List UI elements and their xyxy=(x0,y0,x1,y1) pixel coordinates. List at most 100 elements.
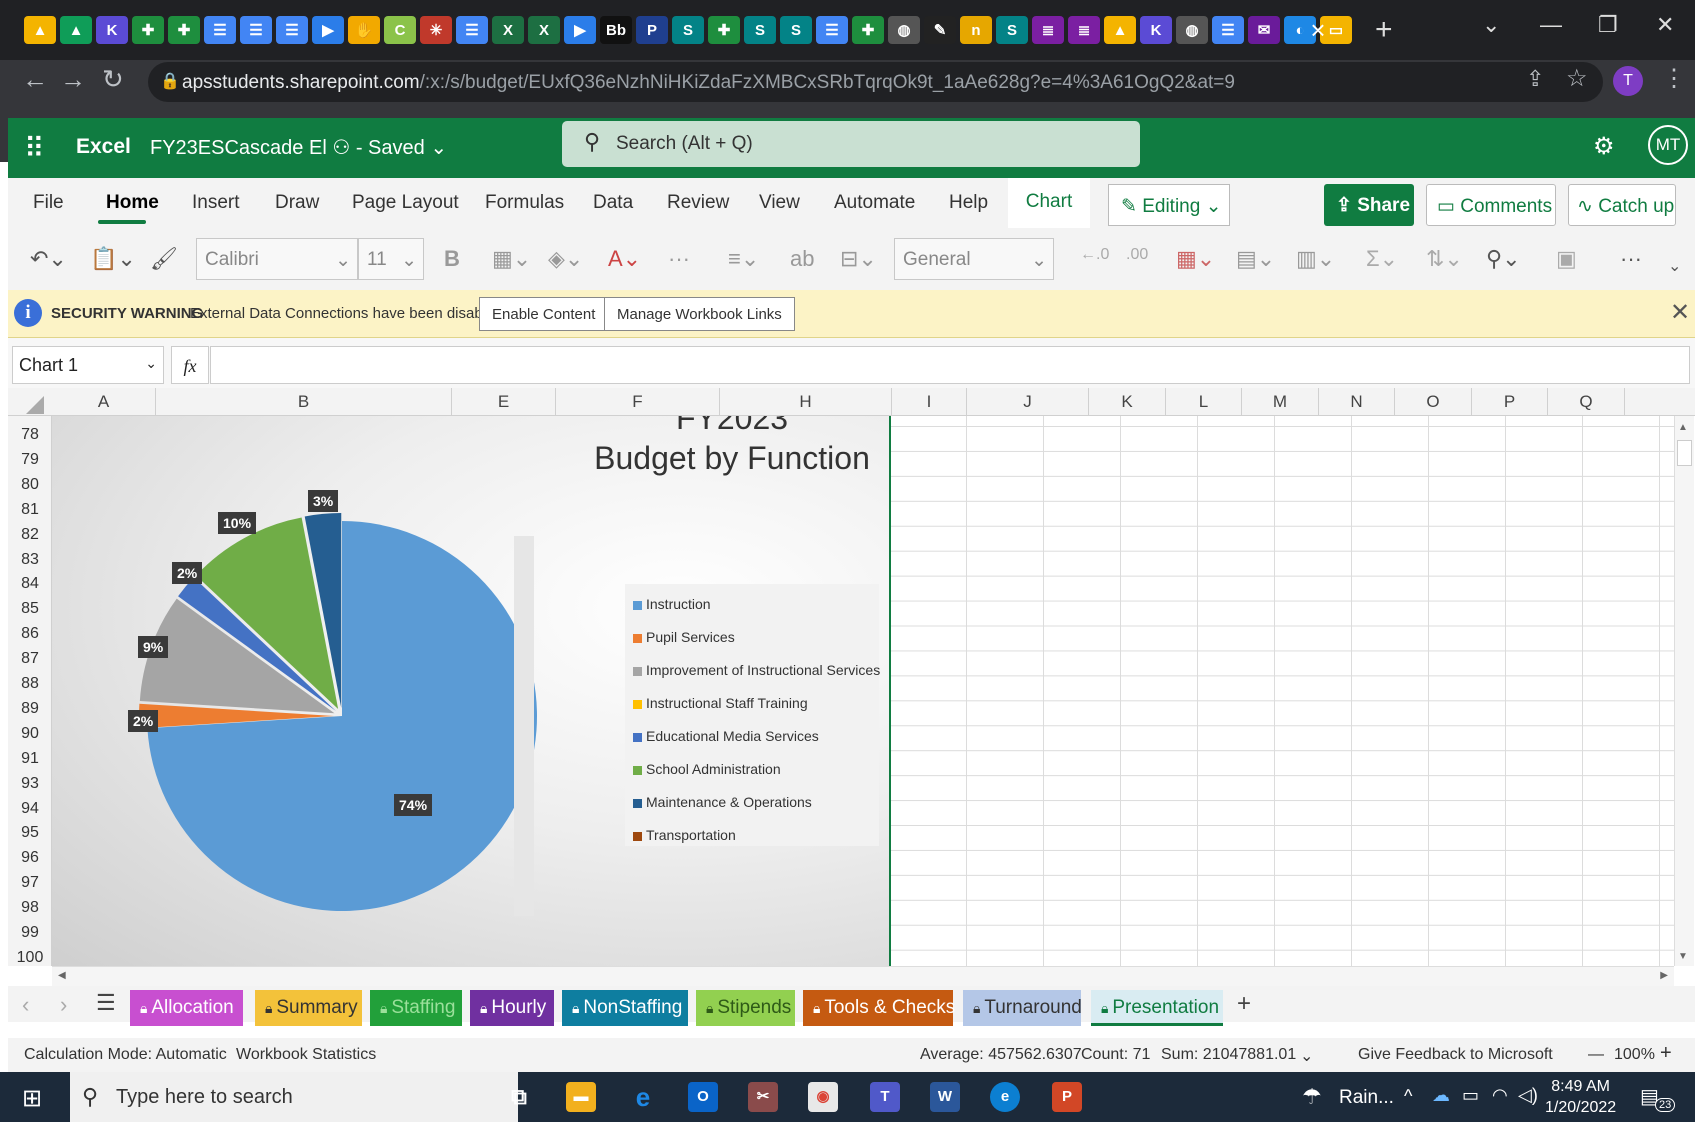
chrome-icon[interactable]: ◉ xyxy=(808,1082,838,1112)
tab-draw[interactable]: Draw xyxy=(275,192,319,214)
clock[interactable]: 8:49 AM 1/20/2022 xyxy=(1545,1076,1616,1118)
row-header[interactable]: 82 xyxy=(8,522,52,547)
font-color-icon[interactable]: A⌄ xyxy=(608,246,641,272)
column-header[interactable]: K xyxy=(1089,388,1166,416)
taskbar-search[interactable]: ⚲ Type here to search xyxy=(70,1072,518,1122)
n-icon[interactable]: n xyxy=(960,16,992,44)
row-header[interactable]: 89 xyxy=(8,696,52,721)
scroll-left-icon[interactable]: ◀ xyxy=(58,970,66,981)
legend-entry[interactable]: Pupil Services xyxy=(633,629,735,645)
legend-entry[interactable]: School Administration xyxy=(633,761,781,777)
ie-icon[interactable]: e xyxy=(628,1082,658,1112)
bookmark-star-icon[interactable]: ☆ xyxy=(1566,64,1588,93)
excel-icon[interactable]: X xyxy=(528,16,560,44)
windows-start-icon[interactable]: ⊞ xyxy=(22,1084,42,1113)
find-icon[interactable]: ⚲⌄ xyxy=(1486,246,1521,272)
address-bar[interactable]: 🔒 apsstudents.sharepoint.com/:x:/s/budge… xyxy=(148,62,1603,102)
row-header[interactable]: 84 xyxy=(8,571,52,596)
column-header[interactable]: B xyxy=(156,388,452,416)
hand-icon[interactable]: ✋ xyxy=(348,16,380,44)
sheet-tab[interactable]: 🔒︎ Presentation xyxy=(1091,990,1223,1026)
column-header[interactable]: L xyxy=(1166,388,1242,416)
sheet-tab[interactable]: 🔒︎ Allocation xyxy=(130,990,243,1026)
classroom-icon[interactable]: ✚ xyxy=(708,16,740,44)
row-header[interactable]: 96 xyxy=(8,845,52,870)
search-box[interactable]: ⚲ Search (Alt + Q) xyxy=(562,121,1140,167)
meet-icon[interactable]: ▶ xyxy=(312,16,344,44)
docs-icon[interactable]: ☰ xyxy=(276,16,308,44)
new-tab-button[interactable]: + xyxy=(1375,12,1393,48)
minimize-icon[interactable]: — xyxy=(1540,12,1562,38)
legend-entry[interactable]: Instruction xyxy=(633,596,711,612)
c-icon[interactable]: C xyxy=(384,16,416,44)
tab-view[interactable]: View xyxy=(759,192,800,214)
feedback-link[interactable]: Give Feedback to Microsoft xyxy=(1358,1046,1553,1064)
app-launcher-icon[interactable]: ⠿ xyxy=(24,132,45,165)
row-header[interactable]: 87 xyxy=(8,646,52,671)
row-header[interactable]: 94 xyxy=(8,796,52,821)
name-box[interactable]: Chart 1 ⌄ xyxy=(12,346,164,384)
battery-icon[interactable]: ▭ xyxy=(1462,1085,1479,1106)
column-header[interactable]: F xyxy=(556,388,720,416)
format-painter-icon[interactable]: 🖌 xyxy=(150,246,178,272)
row-header[interactable]: 91 xyxy=(8,746,52,771)
legend-entry[interactable]: Educational Media Services xyxy=(633,728,819,744)
bold-icon[interactable]: B xyxy=(444,246,460,272)
weather-icon[interactable]: ☂ xyxy=(1302,1084,1322,1110)
tab-data[interactable]: Data xyxy=(593,192,633,214)
window-close-icon[interactable]: ✕ xyxy=(1656,12,1674,38)
onedrive-icon[interactable]: ☁ xyxy=(1432,1085,1450,1106)
scroll-down-icon[interactable]: ▼ xyxy=(1678,951,1688,962)
chart-legend[interactable]: Instruction Pupil Services Improvement of … xyxy=(625,584,880,846)
column-header[interactable]: E xyxy=(452,388,556,416)
enable-content-button[interactable]: Enable Content xyxy=(479,297,609,331)
undo-icon[interactable]: ↶⌄ xyxy=(30,246,67,272)
column-header[interactable]: N xyxy=(1319,388,1395,416)
powerpoint-icon[interactable]: P xyxy=(1052,1082,1082,1112)
legend-entry[interactable]: Maintenance & Operations xyxy=(633,794,812,810)
delete-cells-icon[interactable]: ▤⌄ xyxy=(1236,246,1275,272)
manage-links-button[interactable]: Manage Workbook Links xyxy=(604,297,795,331)
docs-icon[interactable]: ☰ xyxy=(240,16,272,44)
column-header[interactable]: O xyxy=(1395,388,1472,416)
sharepoint-icon[interactable]: S xyxy=(780,16,812,44)
align-icon[interactable]: ≡⌄ xyxy=(728,246,759,272)
globe-icon[interactable]: ◍ xyxy=(1176,16,1208,44)
bb-icon[interactable]: Bb xyxy=(600,16,632,44)
row-header[interactable]: 81 xyxy=(8,497,52,522)
legend-entry[interactable]: Improvement of Instructional Services xyxy=(633,662,880,678)
classroom-icon[interactable]: ✚ xyxy=(852,16,884,44)
forward-icon[interactable]: → xyxy=(60,64,86,95)
back-icon[interactable]: ← xyxy=(22,64,48,95)
edge-icon[interactable]: e xyxy=(990,1082,1020,1112)
tab-file[interactable]: File xyxy=(33,192,64,214)
row-header[interactable]: 95 xyxy=(8,820,52,845)
tab-chart[interactable]: Chart xyxy=(1008,178,1090,228)
merge-icon[interactable]: ⊟⌄ xyxy=(840,246,877,272)
column-header[interactable]: A xyxy=(52,388,156,416)
analyze-data-icon[interactable]: ▣ xyxy=(1556,246,1577,272)
chart-area[interactable]: FY2023 Budget by Function Instruction Pup… xyxy=(52,416,891,966)
horizontal-scrollbar[interactable]: ◀ ▶ xyxy=(52,966,1674,986)
column-header[interactable]: H xyxy=(720,388,892,416)
restore-icon[interactable]: ❐ xyxy=(1598,12,1618,38)
row-header[interactable]: 80 xyxy=(8,472,52,497)
row-header[interactable]: 79 xyxy=(8,447,52,472)
tab-help[interactable]: Help xyxy=(949,192,988,214)
column-header[interactable]: J xyxy=(967,388,1089,416)
wrap-text-icon[interactable]: ab xyxy=(790,246,814,272)
sort-filter-icon[interactable]: ⇅⌄ xyxy=(1426,246,1463,272)
word-icon[interactable]: W xyxy=(930,1082,960,1112)
zoom-out-icon[interactable]: — xyxy=(1588,1046,1604,1064)
file-explorer-icon[interactable]: ▬ xyxy=(566,1082,596,1112)
docs-icon[interactable]: ☰ xyxy=(1212,16,1244,44)
row-header[interactable]: 86 xyxy=(8,621,52,646)
comments-button[interactable]: ▭ Comments xyxy=(1426,184,1556,226)
all-sheets-icon[interactable]: ☰ xyxy=(96,990,116,1016)
profile-avatar[interactable]: T xyxy=(1613,66,1643,96)
row-header[interactable]: 78 xyxy=(8,422,52,447)
tab-home[interactable]: Home xyxy=(106,192,159,214)
autosum-icon[interactable]: Σ⌄ xyxy=(1366,246,1398,272)
sheet-tab[interactable]: 🔒︎ Stipends xyxy=(696,990,795,1026)
tab-review[interactable]: Review xyxy=(667,192,729,214)
